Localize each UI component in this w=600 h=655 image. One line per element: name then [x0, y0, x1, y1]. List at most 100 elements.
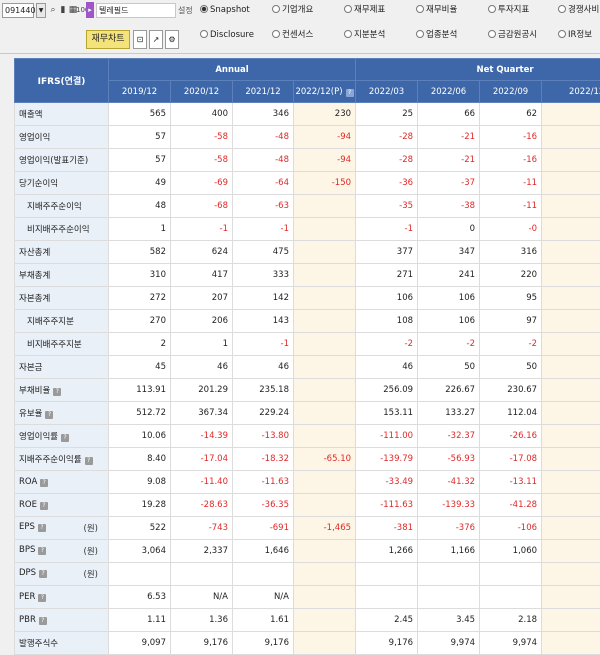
tab-label: 경쟁사비 — [568, 5, 600, 15]
tab-radio-tabs-row2-5[interactable]: IR정보 — [558, 29, 592, 41]
value-cell — [292, 309, 357, 333]
value-cell: -1 — [232, 332, 294, 356]
row-label-cell: 매출액 — [14, 102, 109, 126]
column-header: 2022/03 — [355, 80, 419, 103]
financial-table-container[interactable]: IFRS(연결) Annual Net Quarter 2019/12 2020/… — [14, 58, 600, 655]
tab-radio-tabs-row2-4[interactable]: 금감원공시 — [488, 29, 537, 41]
help-icon[interactable]: ? — [37, 524, 46, 532]
value-cell — [541, 608, 600, 632]
help-icon[interactable]: ? — [38, 617, 47, 625]
tab-radio-tabs-row1-5[interactable]: 경쟁사비 — [558, 4, 599, 16]
value-cell — [541, 332, 600, 356]
value-cell: 133.27 — [417, 401, 481, 425]
help-icon[interactable]: ? — [45, 411, 54, 419]
help-icon[interactable]: ? — [39, 502, 48, 510]
value-cell — [292, 401, 357, 425]
stock-code-input[interactable]: 091440 — [2, 3, 36, 18]
financial-chart-button[interactable]: 재무차트 — [86, 30, 130, 49]
value-cell — [292, 378, 357, 402]
value-cell: -11.40 — [170, 470, 233, 494]
radio-icon — [344, 30, 352, 38]
value-cell: 206 — [170, 309, 233, 333]
value-cell: 1,166 — [417, 539, 481, 563]
annual-group-header: Annual — [107, 58, 357, 81]
tab-radio-tabs-row2-0[interactable]: Disclosure — [200, 29, 254, 41]
value-cell: -16 — [479, 148, 543, 172]
tab-label: 업종분석 — [426, 30, 458, 40]
value-cell: 310 — [108, 263, 171, 287]
value-cell: -2 — [355, 332, 419, 356]
tab-radio-tabs-row1-2[interactable]: 재무제표 — [344, 4, 385, 16]
row-label-cell: 부채총계 — [14, 263, 109, 287]
chart-icon[interactable]: ▮ — [58, 4, 68, 16]
row-label: 유보율 — [19, 409, 43, 419]
value-cell: 9,176 — [170, 631, 233, 655]
row-label: PBR — [19, 615, 36, 625]
help-icon[interactable]: ? — [84, 457, 93, 465]
search-icon[interactable]: ⌕ — [48, 4, 58, 16]
help-icon[interactable]: ? — [61, 434, 70, 442]
value-cell: 45 — [108, 355, 171, 379]
column-header: 2022/06 — [417, 80, 481, 103]
help-icon[interactable]: ? — [345, 88, 354, 97]
value-cell: -13.80 — [232, 424, 294, 448]
company-tab-marker[interactable]: ▸ — [86, 2, 94, 18]
value-cell: 220 — [479, 263, 543, 287]
value-cell: -26.16 — [479, 424, 543, 448]
radio-icon — [272, 5, 280, 13]
settings-icon[interactable]: ⚙ — [165, 30, 179, 49]
tab-radio-tabs-row1-1[interactable]: 기업개요 — [272, 4, 313, 16]
value-cell: 46 — [170, 355, 233, 379]
value-cell — [541, 217, 600, 241]
row-label-cell: ROA? — [14, 470, 109, 494]
value-cell: 400 — [170, 102, 233, 126]
value-cell: 6.53 — [108, 585, 171, 609]
tab-radio-tabs-row1-4[interactable]: 투자지표 — [488, 4, 529, 16]
help-icon[interactable]: ? — [53, 388, 62, 396]
tab-radio-tabs-row1-3[interactable]: 재무비율 — [416, 4, 457, 16]
value-cell — [417, 562, 481, 586]
row-label-cell: DPS? (원) — [14, 562, 109, 586]
row-label: 영업이익 — [19, 133, 51, 143]
value-cell — [292, 470, 357, 494]
row-label-cell: BPS? (원) — [14, 539, 109, 563]
radio-icon — [200, 5, 208, 13]
setting-label[interactable]: 설정 — [178, 5, 193, 16]
help-icon[interactable]: ? — [39, 570, 48, 578]
help-icon[interactable]: ? — [40, 479, 49, 487]
table-row: 비지배주주순이익 1 -1 -1 -1 0 -0 — [14, 217, 600, 241]
row-label: 비지배주주순이익 — [27, 225, 90, 235]
value-cell: 9,176 — [355, 631, 419, 655]
value-cell: N/A — [170, 585, 233, 609]
row-label: EPS — [19, 522, 35, 532]
value-cell: 346 — [232, 102, 294, 126]
list-icon[interactable]: ⊡ — [133, 30, 147, 49]
help-icon[interactable]: ? — [38, 594, 47, 602]
value-cell: -94 — [292, 148, 357, 172]
stock-code-dropdown-button[interactable]: ▼ — [36, 3, 46, 18]
column-header-label: 2022/09 — [492, 86, 529, 97]
value-cell — [292, 194, 357, 218]
value-cell: 9,974 — [479, 631, 543, 655]
tab-label: Disclosure — [210, 30, 254, 40]
value-cell: 512.72 — [108, 401, 171, 425]
column-header-label: 2022/03 — [368, 86, 405, 97]
tab-radio-tabs-row1-0[interactable]: Snapshot — [200, 4, 250, 16]
value-cell: -63 — [232, 194, 294, 218]
value-cell — [292, 585, 357, 609]
column-header-label: 2019/12 — [121, 86, 158, 97]
company-name-field[interactable]: 텔레필드 — [96, 3, 176, 18]
trend-icon[interactable]: ↗ — [149, 30, 163, 49]
tab-radio-tabs-row2-3[interactable]: 업종분석 — [416, 29, 457, 41]
value-cell — [541, 309, 600, 333]
tab-label: 금감원공시 — [498, 30, 538, 40]
tab-radio-tabs-row2-1[interactable]: 컨센서스 — [272, 29, 313, 41]
row-label-cell: 당기순이익 — [14, 171, 109, 195]
value-cell: 142 — [232, 286, 294, 310]
value-cell: -33.49 — [355, 470, 419, 494]
help-icon[interactable]: ? — [38, 547, 47, 555]
value-cell — [232, 562, 294, 586]
tab-radio-tabs-row2-2[interactable]: 지분분석 — [344, 29, 385, 41]
row-label-cell: 영업이익 — [14, 125, 109, 149]
row-label: 발행주식수 — [19, 639, 59, 649]
